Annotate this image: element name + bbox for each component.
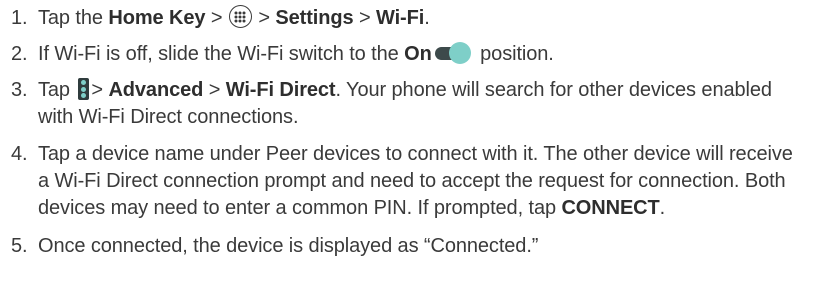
step-text-segment: > (205, 7, 228, 29)
settings-label: Settings (275, 7, 354, 29)
step-item: 4. Tap a device name under Peer devices … (11, 141, 806, 222)
step-number: 3. (11, 79, 28, 101)
step-text-segment: Tap (38, 79, 76, 101)
more-options-icon (78, 78, 90, 100)
step-text-segment: position. (474, 43, 554, 65)
step-text: Once connected, the device is displayed … (38, 233, 806, 260)
step-number: 2. (11, 43, 28, 65)
step-number: 5. (11, 235, 28, 257)
apps-icon (228, 5, 252, 28)
wifi-direct-label: Wi-Fi Direct (225, 79, 336, 101)
step-item: 2. If Wi-Fi is off, slide the Wi-Fi swit… (11, 41, 806, 68)
step-text-segment: If Wi-Fi is off, slide the Wi-Fi switch … (38, 43, 405, 65)
step-item: 1. Tap the Home Key > > Settings > Wi-Fi… (11, 5, 806, 32)
wifi-label: Wi-Fi (376, 7, 425, 29)
step-text-segment: > (203, 79, 226, 101)
advanced-label: Advanced (108, 79, 204, 101)
on-label: On (404, 43, 432, 65)
step-item: 3. Tap > Advanced > Wi-Fi Direct. Your p… (11, 77, 806, 131)
step-text-segment: . (424, 7, 430, 29)
step-text-segment: Tap the (38, 7, 109, 29)
step-number: 4. (11, 143, 28, 165)
instructions-document: 1. Tap the Home Key > > Settings > Wi-Fi… (0, 5, 814, 302)
steps-list: 1. Tap the Home Key > > Settings > Wi-Fi… (11, 5, 806, 260)
step-text-segment: Tap a device name under Peer devices to … (38, 143, 793, 219)
step-text: If Wi-Fi is off, slide the Wi-Fi switch … (38, 41, 806, 68)
home-key-label: Home Key (108, 7, 206, 29)
step-text: Tap a device name under Peer devices to … (38, 141, 806, 222)
step-text: Tap > Advanced > Wi-Fi Direct. Your phon… (38, 77, 806, 131)
step-text-segment: . (659, 197, 666, 219)
step-text-segment: > (252, 7, 276, 29)
step-text-segment: > (91, 79, 109, 101)
toggle-switch-on-icon (434, 42, 471, 64)
step-item: 5. Once connected, the device is display… (11, 233, 806, 260)
step-text-segment: Once connected, the device is displayed … (38, 235, 539, 257)
step-text-segment: > (353, 7, 376, 29)
step-text: Tap the Home Key > > Settings > Wi-Fi. (38, 5, 806, 32)
step-number: 1. (11, 7, 28, 29)
connect-label: CONNECT (561, 197, 660, 219)
